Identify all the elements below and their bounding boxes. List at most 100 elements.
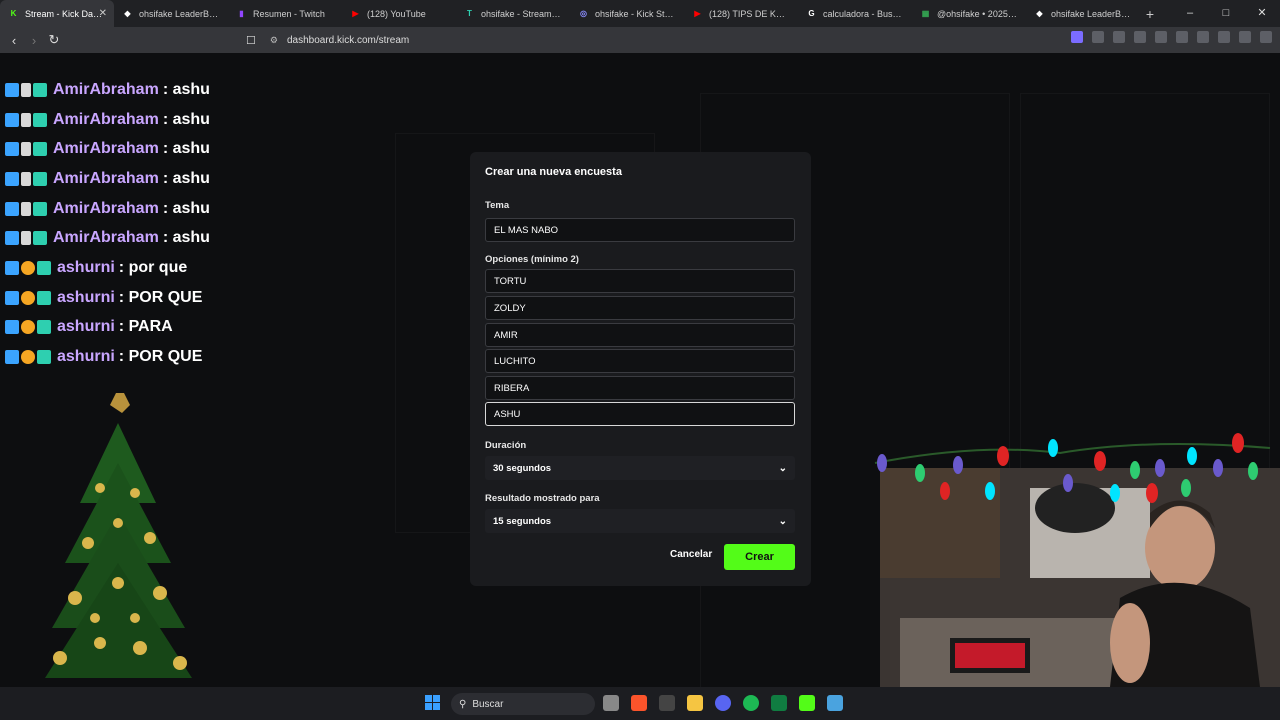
verified-badge-icon (37, 260, 51, 275)
christmas-tree-image (45, 393, 192, 678)
kick-icon[interactable] (799, 695, 815, 711)
maximize-icon[interactable]: □ (1208, 0, 1244, 27)
close-window-icon[interactable]: ✕ (1244, 0, 1280, 27)
chat-username: AmirAbraham (53, 110, 159, 128)
stats-icon: ◎ (580, 9, 587, 18)
option-input-5[interactable]: RIBERA (485, 376, 795, 400)
option-input-4[interactable]: LUCHITO (485, 349, 795, 373)
downloads-icon[interactable] (1218, 31, 1230, 43)
browser-tab[interactable]: ▶ (128) YouTube (342, 0, 456, 27)
diamond-icon: ◆ (1036, 9, 1043, 18)
chat-message: AmirAbraham: ashu (5, 223, 210, 253)
browser-tab-strip: KStream - Kick Dashboard✕◆ohsifake Leade… (0, 0, 1280, 27)
browser-tab[interactable]: ▮ Resumen - Twitch (228, 0, 342, 27)
verified-badge-icon (33, 231, 47, 246)
browser-tab[interactable]: K Stream - Kick Dashboard✕ (0, 0, 114, 27)
browser-tab-label: ohsifake - Kick Stats, All (595, 8, 675, 19)
url-field[interactable]: ☐ ⚙ dashboard.kick.com/stream (246, 31, 966, 49)
chat-text: : POR QUE (118, 348, 203, 366)
moderator-badge-icon (5, 142, 19, 157)
topic-input[interactable]: EL MAS NABO (485, 218, 795, 242)
moderator-badge-icon (5, 290, 19, 305)
browser-tab[interactable]: ◎ ohsifake - Kick Stats, All (570, 0, 684, 27)
create-button[interactable]: Crear (724, 544, 795, 570)
chat-text: : POR QUE (118, 288, 203, 306)
user-badges (5, 201, 47, 216)
file-explorer-icon[interactable] (687, 695, 703, 711)
browser-tab[interactable]: ▦ @ohsifake • 2025 KICK (912, 0, 1026, 27)
chat-text: : ashu (162, 169, 210, 187)
window-controls: – □ ✕ (1172, 0, 1280, 27)
brave-icon[interactable] (631, 695, 647, 711)
moderator-badge-icon (5, 350, 19, 365)
verified-badge-icon (37, 350, 51, 365)
browser-tab[interactable]: Tohsifake - Streamer Overview (456, 0, 570, 27)
chevron-down-icon: ⌄ (778, 462, 787, 474)
menu-icon[interactable] (1260, 31, 1272, 43)
chat-message: AmirAbraham: ashu (5, 75, 210, 105)
wallet-icon[interactable] (1197, 31, 1209, 43)
windows-start-icon[interactable] (425, 695, 441, 711)
browser-tab[interactable]: ◆ ohsifake LeaderBoard (114, 0, 228, 27)
duration-value: 30 segundos (493, 462, 552, 474)
spotify-icon[interactable] (743, 695, 759, 711)
site-info-icon[interactable]: ⚙ (270, 35, 278, 46)
cancel-button[interactable]: Cancelar (670, 549, 712, 560)
search-icon: ⚲ (459, 698, 467, 710)
sheet-icon: ▦ (921, 9, 930, 18)
obs-icon[interactable] (659, 695, 675, 711)
extension-icon[interactable] (1113, 31, 1125, 43)
excel-icon[interactable] (771, 695, 787, 711)
taskbar-search[interactable]: ⚲ Buscar (451, 693, 595, 715)
pickaxe-badge-icon (21, 171, 31, 186)
music-icon[interactable] (1155, 31, 1167, 43)
address-bar: ‹ › ↻ ☐ ⚙ dashboard.kick.com/stream (0, 27, 1280, 53)
result-duration-select[interactable]: 15 segundos ⌄ (485, 509, 795, 533)
moderator-badge-icon (5, 171, 19, 186)
chat-text: : ashu (162, 80, 210, 98)
back-icon[interactable]: ‹ (4, 33, 24, 48)
duration-select[interactable]: 30 segundos ⌄ (485, 456, 795, 480)
minimize-icon[interactable]: – (1172, 0, 1208, 27)
browser-tab-label: (128) YouTube (367, 8, 426, 19)
sidebar-icon[interactable] (1176, 31, 1188, 43)
user-badges (5, 82, 47, 97)
user-badges (5, 171, 47, 186)
chat-username: AmirAbraham (53, 169, 159, 187)
notepad-icon[interactable] (827, 695, 843, 711)
vpn-icon[interactable] (1239, 31, 1251, 43)
browser-tab[interactable]: Gcalculadora - Buscar con Google (798, 0, 912, 27)
verified-badge-icon (33, 112, 47, 127)
extension-icon[interactable] (1092, 31, 1104, 43)
option-input-6[interactable]: ASHU (485, 402, 795, 426)
chat-overlay: AmirAbraham: ashu AmirAbraham: ashu AmirAb… (5, 75, 210, 372)
user-badges (5, 260, 51, 275)
option-input-1[interactable]: TORTU (485, 269, 795, 293)
close-tab-icon[interactable]: ✕ (99, 8, 107, 19)
subscriber-badge-icon (21, 260, 35, 275)
forward-icon[interactable]: › (24, 33, 44, 48)
extension-icon[interactable] (1071, 31, 1083, 43)
option-input-2[interactable]: ZOLDY (485, 296, 795, 320)
discord-icon[interactable] (715, 695, 731, 711)
pickaxe-badge-icon (21, 142, 31, 157)
pickaxe-badge-icon (21, 201, 31, 216)
browser-tab-label: Resumen - Twitch (253, 8, 325, 19)
extension-icon[interactable] (1134, 31, 1146, 43)
chat-text: : por que (118, 258, 188, 276)
chat-username: AmirAbraham (53, 140, 159, 158)
kick-icon: K (10, 9, 17, 18)
create-poll-dialog: Crear una nueva encuesta Tema EL MAS NAB… (470, 152, 811, 586)
new-tab-icon[interactable]: + (1140, 6, 1160, 22)
reload-icon[interactable]: ↻ (44, 32, 64, 48)
browser-tab[interactable]: ▶ (128) TIPS DE KAYDY PRO (684, 0, 798, 27)
user-badges (5, 320, 51, 335)
user-badges (5, 142, 47, 157)
bookmark-icon[interactable]: ☐ (246, 34, 256, 47)
url-text: dashboard.kick.com/stream (286, 34, 410, 46)
task-view-icon[interactable] (603, 695, 619, 711)
option-input-3[interactable]: AMIR (485, 323, 795, 347)
chat-username: AmirAbraham (53, 229, 159, 247)
user-badges (5, 112, 47, 127)
browser-tab[interactable]: ◆ ohsifake LeaderBoard (1026, 0, 1140, 27)
